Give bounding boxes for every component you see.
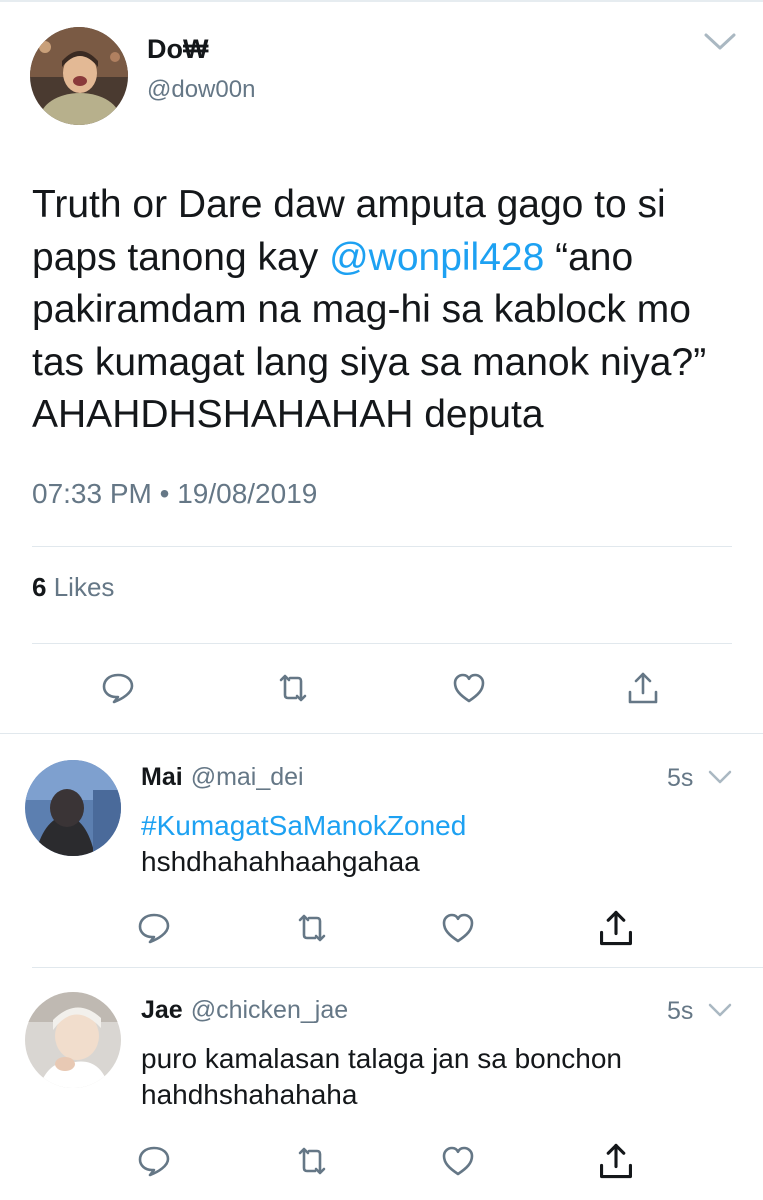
divider xyxy=(32,643,732,644)
reply-icon[interactable] xyxy=(136,1143,172,1179)
reply-name: Jae xyxy=(141,996,183,1024)
likes-link[interactable]: 6 Likes xyxy=(32,572,114,603)
reply-name: Mai xyxy=(141,763,183,791)
reply-avatar[interactable] xyxy=(25,760,121,856)
divider xyxy=(0,733,763,734)
divider xyxy=(32,546,732,547)
author-name[interactable]: Do₩ xyxy=(147,34,208,65)
author-avatar[interactable] xyxy=(30,27,128,125)
share-icon[interactable] xyxy=(625,670,661,706)
reply-author[interactable]: Jae @chicken_jae xyxy=(141,996,348,1025)
divider xyxy=(32,967,763,968)
tweet-timestamp[interactable]: 07:33 PM • 19/08/2019 xyxy=(32,478,317,510)
share-icon[interactable] xyxy=(596,908,636,948)
tweet-text: Truth or Dare daw amputa gago to si paps… xyxy=(32,179,744,442)
reply-handle: @chicken_jae xyxy=(190,996,349,1024)
reply-icon[interactable] xyxy=(100,670,136,706)
chevron-down-icon[interactable] xyxy=(708,1001,732,1019)
chevron-down-icon[interactable] xyxy=(703,30,737,54)
reply-icon[interactable] xyxy=(136,910,172,946)
reply-time: 5s xyxy=(667,997,694,1025)
top-divider xyxy=(0,0,763,2)
share-icon[interactable] xyxy=(596,1141,636,1181)
reply-body: hshdhahahhaahgahaa xyxy=(141,846,420,877)
retweet-icon[interactable] xyxy=(275,670,311,706)
reply-time: 5s xyxy=(667,764,694,792)
hashtag-link[interactable]: #KumagatSaManokZoned xyxy=(141,810,466,841)
reply-text: puro kamalasan talaga jan sa bonchon hah… xyxy=(141,1043,623,1110)
chevron-down-icon[interactable] xyxy=(708,768,732,786)
like-icon[interactable] xyxy=(440,910,476,946)
reply-avatar[interactable] xyxy=(25,992,121,1088)
mention-link[interactable]: @wonpil428 xyxy=(329,236,544,279)
reply-author[interactable]: Mai @mai_dei xyxy=(141,763,304,792)
likes-count: 6 xyxy=(32,572,47,602)
likes-label: Likes xyxy=(53,572,115,602)
retweet-icon[interactable] xyxy=(294,1143,330,1179)
author-handle[interactable]: @dow00n xyxy=(147,76,255,104)
reply-handle: @mai_dei xyxy=(190,763,304,791)
like-icon[interactable] xyxy=(440,1143,476,1179)
reply-text: #KumagatSaManokZoned hshdhahahhaahgahaa xyxy=(141,808,741,880)
retweet-icon[interactable] xyxy=(294,910,330,946)
like-icon[interactable] xyxy=(451,670,487,706)
